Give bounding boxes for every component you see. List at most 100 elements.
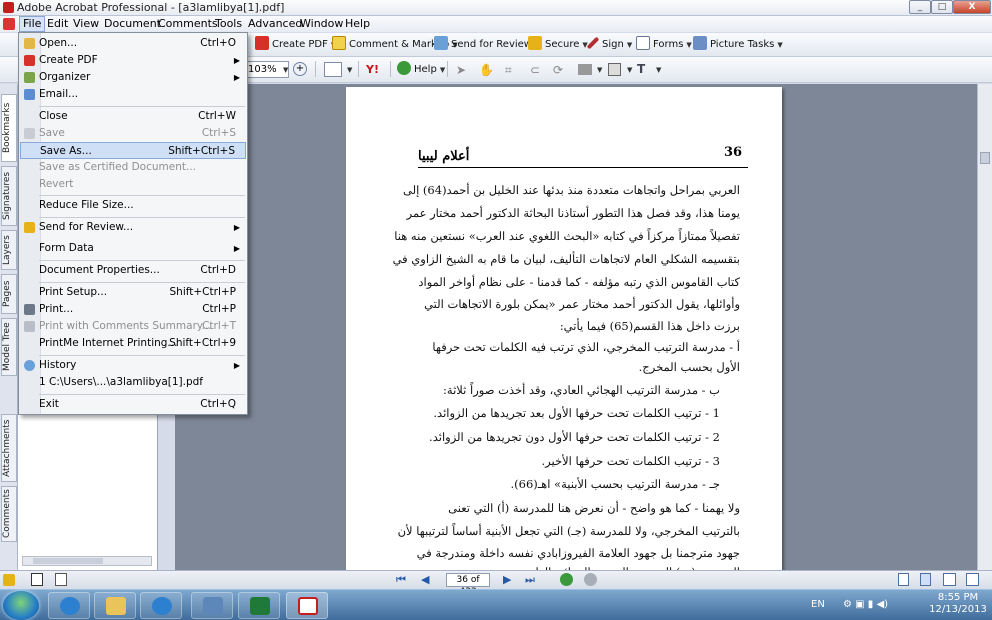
- text-tool-icon[interactable]: T: [637, 62, 645, 76]
- clock[interactable]: 8:55 PM 12/13/2013: [928, 592, 988, 616]
- taskbar-excel[interactable]: [238, 592, 280, 619]
- vertical-scrollbar[interactable]: [977, 84, 992, 570]
- tab-signatures[interactable]: Signatures: [1, 166, 17, 226]
- create-pdf-button[interactable]: Create PDF▼: [255, 36, 336, 54]
- lock-icon: [528, 36, 542, 50]
- previous-page-button[interactable]: ◀: [421, 573, 429, 586]
- menu-item-recent-file[interactable]: 1 C:\Users\...\a3lamlibya[1].pdf: [20, 374, 246, 391]
- excel-icon: [250, 597, 270, 615]
- page-number-input[interactable]: 36 of 433: [446, 573, 490, 597]
- create-pdf-icon: [24, 55, 35, 66]
- menu-file[interactable]: File: [19, 16, 46, 32]
- text-line: 2 - ترتيب الكلمات تحت حرفها الأول دون تج…: [429, 430, 720, 444]
- fill-color-dropdown[interactable]: ▼: [597, 66, 602, 74]
- menu-item-save-as[interactable]: Save As... Shift+Ctrl+S: [20, 142, 246, 159]
- menu-view[interactable]: View: [70, 16, 102, 32]
- sign-button[interactable]: Sign ▼: [586, 36, 632, 54]
- menu-item-send-for-review[interactable]: Send for Review... ▶: [20, 219, 246, 236]
- start-button[interactable]: [3, 591, 39, 620]
- page-view-icon[interactable]: [55, 573, 67, 586]
- tab-pages[interactable]: Pages: [1, 274, 17, 314]
- secure-button[interactable]: Secure ▼: [528, 36, 588, 54]
- title-bar: Adobe Acrobat Professional - [a3lamlibya…: [0, 0, 992, 16]
- menu-item-document-properties[interactable]: Document Properties... Ctrl+D: [20, 262, 246, 279]
- facing-icon[interactable]: [943, 573, 956, 586]
- picture-tasks-button[interactable]: Picture Tasks ▼: [693, 36, 783, 54]
- menu-item-revert: Revert: [39, 178, 74, 190]
- menu-item-printme[interactable]: PrintMe Internet Printing... Shift+Ctrl+9: [20, 335, 246, 352]
- menu-comments[interactable]: Comments: [155, 16, 221, 32]
- doc-menu-icon[interactable]: [3, 18, 15, 30]
- tab-attachments[interactable]: Attachments: [1, 414, 17, 482]
- menu-item-print-comments-summary: Print with Comments Summary... Ctrl+T: [20, 318, 246, 335]
- menu-item-close[interactable]: Close Ctrl+W: [20, 108, 246, 125]
- single-page-icon[interactable]: [898, 573, 909, 586]
- clock-time: 8:55 PM: [937, 592, 979, 603]
- fill-color-icon[interactable]: [578, 64, 592, 75]
- comment-icon: [332, 36, 346, 50]
- text-line: العربي بمراحل واتجاهات متعددة منذ بدئها …: [402, 183, 740, 197]
- menu-tools[interactable]: Tools: [212, 16, 245, 32]
- help-button[interactable]: Help ▼: [397, 61, 445, 79]
- text-line: 3 - ترتيب الكلمات تحت حرفها الأخير.: [541, 454, 721, 468]
- toolbar-divider: [315, 61, 316, 77]
- menu-item-open[interactable]: Open... Ctrl+O: [20, 35, 246, 52]
- continuous-facing-icon[interactable]: [966, 573, 979, 586]
- tab-layers[interactable]: Layers: [1, 230, 17, 270]
- nav-pane-scrollbar[interactable]: [22, 556, 152, 566]
- tab-comments[interactable]: Comments: [1, 486, 17, 542]
- forms-button[interactable]: Forms ▼: [636, 36, 692, 54]
- text-line: ولا يهمنا - كما هو واضح - أن نعرض هنا لل…: [448, 501, 740, 515]
- minimize-button[interactable]: _: [909, 0, 931, 14]
- menu-item-email[interactable]: Email...: [20, 86, 246, 103]
- previous-view-icon[interactable]: [560, 573, 573, 586]
- menu-item-print-setup[interactable]: Print Setup... Shift+Ctrl+P: [20, 284, 246, 301]
- send-for-review-button[interactable]: Send for Review▼: [434, 36, 540, 54]
- next-page-button[interactable]: ▶: [503, 573, 511, 586]
- first-page-button[interactable]: ⏮: [396, 573, 406, 587]
- rotate-tool-icon[interactable]: ⟳: [553, 63, 563, 77]
- taskbar-explorer[interactable]: [94, 592, 136, 619]
- history-icon: [24, 360, 35, 371]
- text-tool-dropdown[interactable]: ▼: [656, 66, 661, 74]
- taskbar-ie-2[interactable]: [140, 592, 182, 619]
- next-view-icon[interactable]: [584, 573, 597, 586]
- taskbar-ie[interactable]: [48, 592, 90, 619]
- language-indicator[interactable]: EN: [811, 599, 825, 610]
- menu-help[interactable]: Help: [342, 16, 373, 32]
- menu-item-save-certified: Save as Certified Document...: [39, 161, 196, 173]
- taskbar-acrobat[interactable]: [286, 592, 328, 619]
- create-pdf-icon: [255, 36, 269, 50]
- close-button[interactable]: X: [953, 0, 991, 14]
- menu-item-print[interactable]: Print... Ctrl+P: [20, 301, 246, 318]
- zoom-dropdown-arrow[interactable]: ▼: [283, 66, 288, 74]
- tray-icons[interactable]: ⚙ ▣ ▮ ◀): [843, 599, 888, 610]
- zoom-in-button[interactable]: +: [293, 62, 307, 76]
- crop-tool-icon[interactable]: ⌗: [505, 63, 512, 78]
- maximize-button[interactable]: □: [931, 0, 953, 14]
- columns-dropdown[interactable]: ▼: [627, 66, 632, 74]
- columns-icon[interactable]: [608, 63, 621, 76]
- last-page-button[interactable]: ⏭: [525, 573, 535, 587]
- menu-item-exit[interactable]: Exit Ctrl+Q: [20, 396, 246, 413]
- menu-item-reduce-file-size[interactable]: Reduce File Size...: [20, 197, 246, 214]
- tab-bookmarks[interactable]: Bookmarks: [1, 94, 17, 162]
- running-header: أعلام ليبيا: [418, 149, 470, 164]
- menu-edit[interactable]: Edit: [44, 16, 71, 32]
- continuous-icon[interactable]: [920, 573, 931, 586]
- taskbar-media[interactable]: [191, 592, 233, 619]
- page-thumbnails-icon[interactable]: [31, 573, 43, 586]
- menu-separator: [39, 394, 245, 395]
- menu-item-form-data[interactable]: Form Data ▶: [20, 240, 246, 257]
- menu-window[interactable]: Window: [297, 16, 346, 32]
- tab-model-tree[interactable]: Model Tree: [1, 318, 17, 376]
- page-layout-icon[interactable]: [324, 62, 342, 77]
- menu-item-create-pdf[interactable]: Create PDF ▶: [20, 52, 246, 69]
- menu-item-history[interactable]: History ▶: [20, 357, 246, 374]
- select-tool-icon[interactable]: ➤: [456, 63, 466, 77]
- page-layout-dropdown[interactable]: ▼: [347, 66, 352, 74]
- menu-item-organizer[interactable]: Organizer ▶: [20, 69, 246, 86]
- attach-tool-icon[interactable]: ⊂: [530, 63, 540, 77]
- hand-tool-icon[interactable]: ✋: [479, 63, 494, 77]
- yahoo-icon[interactable]: Y!: [366, 63, 379, 76]
